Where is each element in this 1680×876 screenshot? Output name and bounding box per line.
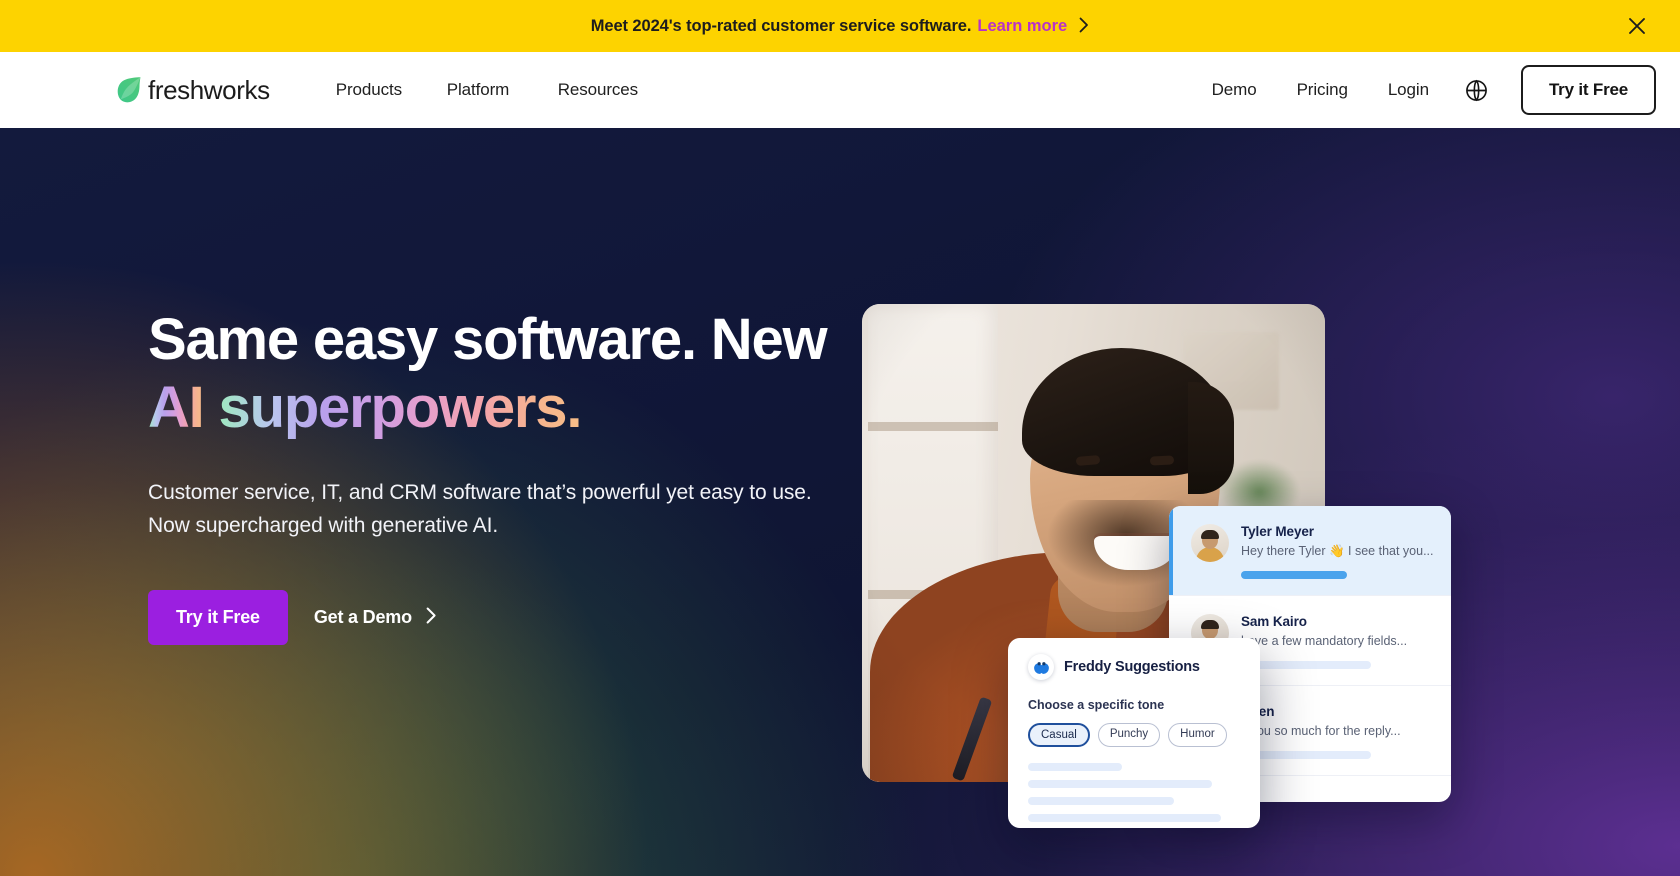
primary-nav-links: Products Platform Resources xyxy=(336,80,669,100)
brand-name: freshworks xyxy=(148,74,270,105)
conversation-name: Tyler Meyer xyxy=(1241,524,1314,539)
conversation-snippet: have a few mandatory fields... xyxy=(1241,634,1408,648)
main-navigation: freshworks Products Platform Resources D… xyxy=(0,52,1680,128)
hero-try-it-free-button[interactable]: Try it Free xyxy=(148,590,288,646)
nav-item-resources[interactable]: Resources xyxy=(558,80,669,100)
tone-chip-humor[interactable]: Humor xyxy=(1168,723,1227,747)
chevron-right-icon xyxy=(426,607,437,629)
page-title: Same easy software. New AI superpowers. xyxy=(148,306,878,442)
hero-subhead: Customer service, IT, and CRM software t… xyxy=(148,480,812,537)
nav-item-platform[interactable]: Platform xyxy=(447,80,558,100)
globe-icon[interactable] xyxy=(1455,68,1499,112)
tone-chip-group: Casual Punchy Humor xyxy=(1028,723,1242,747)
skeleton-line xyxy=(1028,797,1174,805)
banner-learn-more-link[interactable]: Learn more xyxy=(977,17,1067,36)
nav-item-login[interactable]: Login xyxy=(1368,80,1449,100)
freshworks-leaf-logo-icon xyxy=(116,76,142,104)
skeleton-line xyxy=(1028,763,1123,771)
chevron-right-icon xyxy=(1079,17,1089,38)
nav-item-pricing[interactable]: Pricing xyxy=(1277,80,1368,100)
hero-cta-row: Try it Free Get a Demo xyxy=(148,590,878,646)
avatar xyxy=(1191,524,1229,562)
secondary-nav: Demo Pricing Login Try it Free xyxy=(1192,65,1656,115)
conversation-snippet: k you so much for the reply... xyxy=(1241,724,1401,738)
suggestion-skeleton-lines xyxy=(1028,763,1242,822)
hero-artwork: Tyler Meyer Hey there Tyler 👋 I see that… xyxy=(862,304,1482,864)
announcement-banner: Meet 2024's top-rated customer service s… xyxy=(0,0,1680,52)
tone-chip-punchy[interactable]: Punchy xyxy=(1097,723,1161,747)
tone-chip-casual[interactable]: Casual xyxy=(1028,723,1090,747)
skeleton-line xyxy=(1028,814,1221,822)
nav-try-it-free-button[interactable]: Try it Free xyxy=(1520,65,1656,115)
conversation-name: Chen xyxy=(1241,704,1435,719)
freddy-bot-icon xyxy=(1028,654,1054,680)
brand-logo[interactable]: freshworks xyxy=(116,75,270,106)
conversation-progress-bar xyxy=(1241,661,1371,669)
conversation-progress-bar xyxy=(1241,571,1347,579)
tone-picker-label: Choose a specific tone xyxy=(1028,698,1165,712)
hero-section: Same easy software. New AI superpowers. … xyxy=(0,128,1680,876)
banner-message: Meet 2024's top-rated customer service s… xyxy=(590,16,972,35)
nav-item-products[interactable]: Products xyxy=(336,80,447,100)
hero-copy: Same easy software. New AI superpowers. … xyxy=(148,306,878,646)
conversation-row-tyler-meyer[interactable]: Tyler Meyer Hey there Tyler 👋 I see that… xyxy=(1169,506,1451,596)
nav-item-demo[interactable]: Demo xyxy=(1192,80,1277,100)
banner-close-button[interactable] xyxy=(1622,11,1652,41)
skeleton-line xyxy=(1028,780,1213,788)
hero-get-a-demo-button[interactable]: Get a Demo xyxy=(314,607,437,629)
headline-superpowers: superpowers. xyxy=(218,374,583,440)
conversation-snippet: Hey there Tyler 👋 I see that you... xyxy=(1241,544,1434,558)
hero-get-a-demo-label: Get a Demo xyxy=(313,607,412,628)
freddy-title: Freddy Suggestions xyxy=(1064,659,1200,675)
headline-ai: AI xyxy=(148,374,205,440)
headline-line-1: Same easy software. New xyxy=(148,307,828,372)
conversation-progress-bar xyxy=(1241,751,1371,759)
freddy-suggestions-card: Freddy Suggestions Choose a specific ton… xyxy=(1008,638,1260,828)
conversation-name: Sam Kairo xyxy=(1241,614,1307,629)
